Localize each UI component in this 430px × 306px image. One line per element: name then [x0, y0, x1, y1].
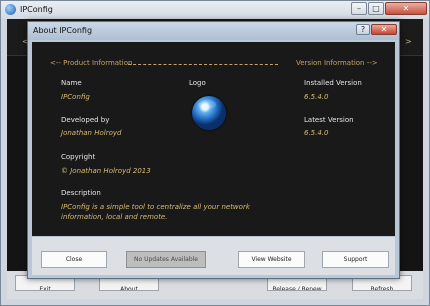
header-divider — [128, 64, 278, 65]
support-button[interactable]: Support — [322, 251, 389, 268]
help-button[interactable]: ? — [356, 24, 370, 35]
copyright-label: Copyright — [61, 153, 96, 161]
installed-version-value: 6.5.4.0 — [304, 93, 329, 101]
developed-by-value: Jonathan Holroyd — [61, 129, 122, 137]
globe-highlight — [198, 100, 216, 109]
logo-label: Logo — [189, 79, 206, 87]
main-window-title: IPConfig — [20, 5, 53, 14]
product-info-header: <-- Product Information — [50, 59, 133, 67]
background-right-arrow-icon: > — [405, 37, 412, 46]
developed-by-label: Developed by — [61, 116, 110, 124]
installed-version-label: Installed Version — [304, 79, 362, 87]
no-updates-button[interactable]: No Updates Available — [126, 251, 206, 268]
description-value: IPConfig is a simple tool to centralize … — [61, 203, 250, 221]
latest-version-value: 6.5.4.0 — [304, 129, 329, 137]
dialog-title: About IPConfig — [33, 26, 93, 35]
close-window-button[interactable]: ✕ — [385, 2, 427, 15]
main-titlebar[interactable]: IPConfig – □ ✕ — [1, 1, 429, 19]
about-dialog: About IPConfig ? ✕ <-- Product Informati… — [27, 21, 400, 279]
close-button[interactable]: Close — [41, 251, 107, 268]
app-globe-icon — [5, 4, 16, 15]
minimize-button[interactable]: – — [351, 2, 367, 15]
name-label: Name — [61, 79, 82, 87]
dialog-close-x-button[interactable]: ✕ — [371, 24, 397, 35]
version-info-header: Version Information --> — [296, 59, 378, 67]
dialog-titlebar[interactable]: About IPConfig ? ✕ — [28, 22, 399, 40]
maximize-button[interactable]: □ — [368, 2, 384, 15]
copyright-value: © Jonathan Holroyd 2013 — [61, 167, 151, 175]
name-value: IPConfig — [61, 93, 90, 101]
latest-version-label: Latest Version — [304, 116, 354, 124]
description-label: Description — [61, 189, 101, 197]
view-website-button[interactable]: View Website — [238, 251, 305, 268]
